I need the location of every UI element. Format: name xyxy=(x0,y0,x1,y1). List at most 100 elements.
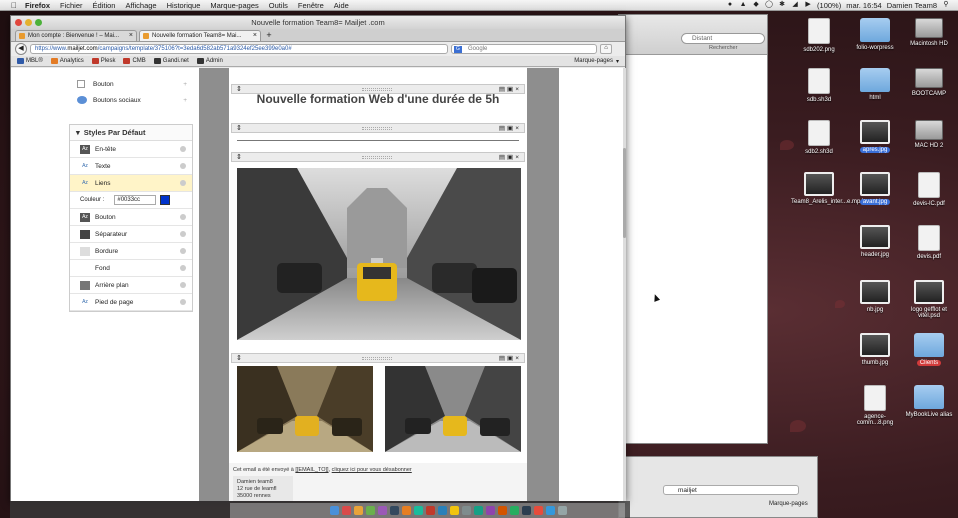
email-headline[interactable]: Nouvelle formation Web d'une durée de 5h xyxy=(229,92,527,106)
dock-app-icon[interactable] xyxy=(450,506,459,515)
desktop-icon[interactable]: MyBookLive alias xyxy=(901,385,957,418)
desktop-icon[interactable]: sdb.sh3d xyxy=(791,68,847,103)
style-fond[interactable]: Fond xyxy=(70,260,192,277)
new-tab-button[interactable]: + xyxy=(263,30,275,41)
page-scrollbar[interactable] xyxy=(623,68,626,501)
menu-affichage[interactable]: Affichage xyxy=(120,1,161,10)
dock-app-icon[interactable] xyxy=(498,506,507,515)
bookmark-cmb[interactable]: CMB xyxy=(123,58,146,64)
style-texte[interactable]: Az Texte xyxy=(70,158,192,175)
apple-icon[interactable]:  xyxy=(8,1,20,10)
dock-app-icon[interactable] xyxy=(402,506,411,515)
status-icon[interactable]: ▲ xyxy=(739,1,747,9)
minimize-window-button[interactable] xyxy=(25,19,32,26)
drag-handle-icon[interactable]: ⇕ xyxy=(236,354,242,362)
secondary-search-field[interactable]: mailjet xyxy=(663,485,799,495)
desktop-icon[interactable]: avant.jpg xyxy=(847,172,903,205)
add-icon[interactable]: + xyxy=(183,81,187,88)
tab-mon-compte[interactable]: Mon compte : Bienvenue ! – Mai... × xyxy=(15,30,137,41)
unsubscribe-link[interactable]: cliquez ici pour vous désabonner xyxy=(332,467,412,473)
desktop-icon[interactable]: sdb2.sh3d xyxy=(791,120,847,155)
dock-app-icon[interactable] xyxy=(426,506,435,515)
dock-app-icon[interactable] xyxy=(390,506,399,515)
dock-app-icon[interactable] xyxy=(414,506,423,515)
style-bordure[interactable]: Bordure xyxy=(70,243,192,260)
desktop-icon[interactable]: devis.pdf xyxy=(901,225,957,260)
dropbox-icon[interactable]: ◆ xyxy=(752,1,760,9)
desktop-icon[interactable]: folio-worpress xyxy=(847,18,903,51)
style-entete[interactable]: Az En-tête xyxy=(70,141,192,158)
block-toolbar[interactable]: ⇕ ▤▣× xyxy=(231,123,525,133)
menu-app[interactable]: Firefox xyxy=(20,1,55,10)
add-icon[interactable]: + xyxy=(183,97,187,104)
desktop-icon[interactable]: Team8_Arelis_inter...e.mp4 xyxy=(791,172,864,205)
dock-app-icon[interactable] xyxy=(546,506,555,515)
style-separateur[interactable]: Séparateur xyxy=(70,226,192,243)
block-bouton[interactable]: Bouton + xyxy=(69,76,195,92)
menu-fenetre[interactable]: Fenêtre xyxy=(293,1,329,10)
clock[interactable]: mar. 16:54 xyxy=(846,1,881,10)
block-tools[interactable]: ▤▣× xyxy=(499,153,521,161)
finder-search-field[interactable]: Distant xyxy=(681,33,765,44)
home-button[interactable]: ⌂ xyxy=(600,44,612,54)
close-tab-icon[interactable]: × xyxy=(253,31,257,41)
desktop-icon[interactable]: devis-lC.pdf xyxy=(901,172,957,207)
default-styles-header[interactable]: ▾ Styles Par Défaut xyxy=(70,125,192,141)
dock-app-icon[interactable] xyxy=(534,506,543,515)
desktop-icon[interactable]: logo gefflot et vitel.psd xyxy=(901,280,957,319)
search-bar[interactable]: G Google xyxy=(451,44,597,54)
desktop-icon[interactable]: sdb202.png xyxy=(791,18,847,53)
zoom-window-button[interactable] xyxy=(35,19,42,26)
desktop-icon[interactable]: MAC HD 2 xyxy=(901,120,957,149)
dock-app-icon[interactable] xyxy=(354,506,363,515)
battery-status[interactable]: (100%) xyxy=(817,1,841,10)
scrollbar-thumb[interactable] xyxy=(623,148,626,238)
dock-app-icon[interactable] xyxy=(474,506,483,515)
menu-aide[interactable]: Aide xyxy=(329,1,354,10)
bookmark-mbl[interactable]: MBL® xyxy=(17,58,43,64)
close-window-button[interactable] xyxy=(15,19,22,26)
back-button[interactable]: ◀ xyxy=(15,43,27,55)
desktop-icon[interactable]: apres.jpg xyxy=(847,120,903,153)
block-tools[interactable]: ▤▣× xyxy=(499,354,521,362)
style-pied-de-page[interactable]: Az Pied de page xyxy=(70,294,192,311)
desktop-icon[interactable]: BOOTCAMP xyxy=(901,68,957,97)
taxi-photo-right[interactable] xyxy=(385,366,521,452)
tab-nouvelle-formation[interactable]: Nouvelle formation Team8= Mai... × xyxy=(139,30,261,41)
user-name[interactable]: Damien Team8 xyxy=(887,1,937,10)
desktop-icon[interactable]: nb.jpg xyxy=(847,280,903,313)
time-machine-icon[interactable]: ◯ xyxy=(765,1,773,9)
desktop-icon[interactable]: Clients xyxy=(901,333,957,366)
block-tools[interactable]: ▤▣× xyxy=(499,124,521,132)
bookmarks-menu[interactable]: Marque-pages ▾ xyxy=(574,58,625,65)
menu-marque-pages[interactable]: Marque-pages xyxy=(205,1,263,10)
dock-app-icon[interactable] xyxy=(510,506,519,515)
url-bar[interactable]: https://www.mailjet.com/campaigns/templa… xyxy=(30,44,448,54)
dock-app-icon[interactable] xyxy=(330,506,339,515)
block-toolbar[interactable]: ⇕ ▤▣× xyxy=(231,353,525,363)
drag-handle-icon[interactable]: ⇕ xyxy=(236,153,242,161)
close-tab-icon[interactable]: × xyxy=(129,31,133,41)
style-arriere-plan[interactable]: Arrière plan xyxy=(70,277,192,294)
dock-app-icon[interactable] xyxy=(462,506,471,515)
taxi-photo-left[interactable] xyxy=(237,366,373,452)
color-input[interactable]: #0033cc xyxy=(114,195,157,205)
status-icon[interactable]: ● xyxy=(726,1,734,9)
dock-app-icon[interactable] xyxy=(522,506,531,515)
color-picker-swatch[interactable] xyxy=(160,195,171,205)
footer-email-tag[interactable]: [[EMAIL_TO]] xyxy=(295,467,328,473)
menu-historique[interactable]: Historique xyxy=(162,1,206,10)
desktop-icon[interactable]: html xyxy=(847,68,903,101)
bookmark-analytics[interactable]: Analytics xyxy=(50,58,84,64)
bookmark-plesk[interactable]: Plesk xyxy=(91,58,115,64)
wifi-icon[interactable]: ◢ xyxy=(791,1,799,9)
taxi-street-photo[interactable] xyxy=(237,168,521,340)
menu-fichier[interactable]: Fichier xyxy=(55,1,88,10)
desktop-icon[interactable]: thumb.jpg xyxy=(847,333,903,366)
dock-app-icon[interactable] xyxy=(558,506,567,515)
spotlight-icon[interactable]: ⚲ xyxy=(942,1,950,9)
secondary-bookmarks-menu[interactable]: Marque-pages xyxy=(769,501,808,507)
block-boutons-sociaux[interactable]: Boutons sociaux + xyxy=(69,92,195,108)
dock-app-icon[interactable] xyxy=(342,506,351,515)
volume-icon[interactable]: ▶ xyxy=(804,1,812,9)
